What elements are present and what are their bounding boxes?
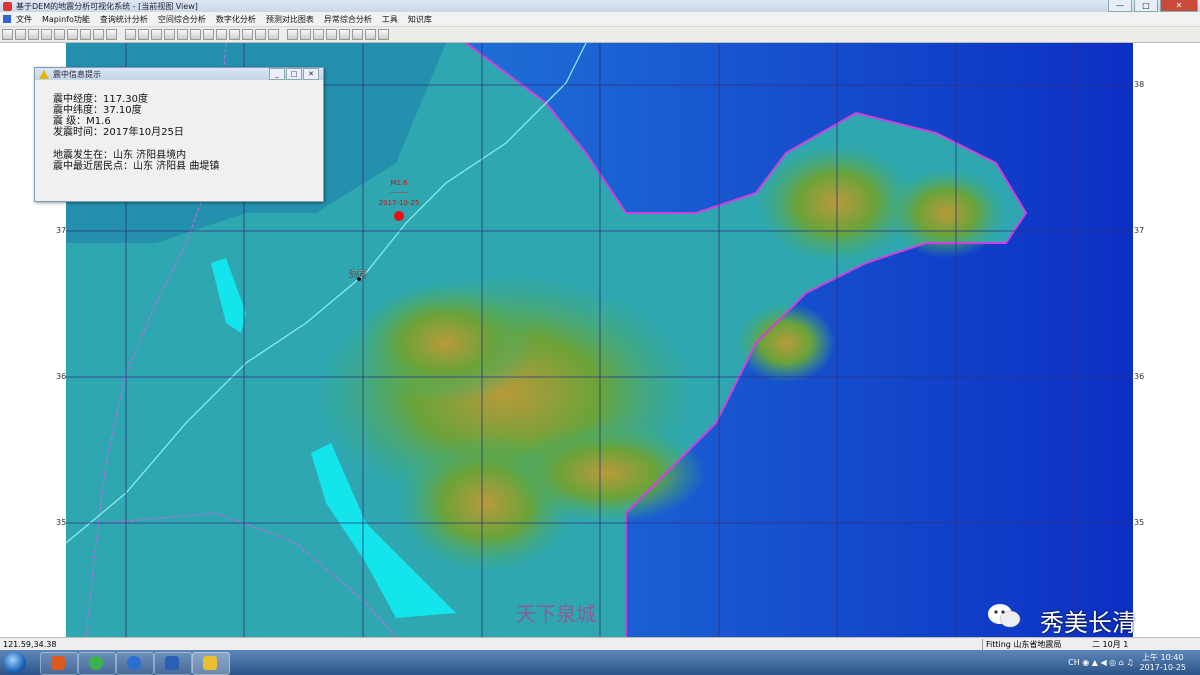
lat-tick-left-36: 36 (56, 372, 67, 381)
clock-time: 上午 10:40 (1141, 652, 1184, 662)
app-icon-current (203, 656, 217, 670)
lat-tick-35: 35 (1134, 518, 1145, 527)
lat-tick-37: 37 (1134, 226, 1145, 235)
toolbar-buffer-button[interactable] (287, 29, 298, 40)
toolbar-help-button[interactable] (378, 29, 389, 40)
app-icon (3, 1, 12, 11)
dialog-titlebar[interactable]: 震中信息提示 _ □ ✕ (35, 68, 323, 80)
toolbar-info-button[interactable] (67, 29, 78, 40)
toolbar-3d-button[interactable] (352, 29, 363, 40)
wechat-logo-icon (988, 604, 1021, 628)
taskbar-app-ppt[interactable] (40, 652, 78, 675)
toolbar-pan-button[interactable] (54, 29, 65, 40)
menu-file[interactable]: 文件 (11, 14, 37, 25)
globe-icon (127, 656, 141, 670)
toolbar-dem-button[interactable] (326, 29, 337, 40)
toolbar-grid-button[interactable] (268, 29, 279, 40)
dialog-title: 震中信息提示 (53, 69, 101, 79)
dialog-maximize-button[interactable]: □ (286, 68, 302, 80)
toolbar-table-button[interactable] (229, 29, 240, 40)
epicenter-date: 2017-10-25 (379, 199, 420, 207)
toolbar-zoom-in-button[interactable] (15, 29, 26, 40)
toolbar-print-button[interactable] (190, 29, 201, 40)
watermark-right: 秀美长清 (1040, 609, 1136, 637)
epicenter-divider: -------- (390, 189, 407, 196)
menu-digitize[interactable]: 数字化分析 (211, 14, 261, 25)
clock-date: 2017-10-25 (1139, 662, 1187, 672)
menu-bar: 文件 Mapinfo功能 查询统计分析 空间综合分析 数字化分析 预测对比图表 … (0, 12, 1200, 27)
taskbar-app-word[interactable] (154, 652, 192, 675)
window-titlebar: 基于DEM的地震分析可视化系统 - [当前视图 View] — □ ✕ (0, 0, 1200, 12)
toolbar-find-button[interactable] (242, 29, 253, 40)
status-agency: Fitting 山东省地震局 (982, 639, 1061, 650)
dialog-location: 地震发生在：山东 济阳县境内 (53, 150, 187, 161)
status-bar: 121.59,34.38 Fitting 山东省地震局 二 10月 1 (0, 637, 1200, 651)
status-date: 二 10月 1 (1092, 640, 1129, 649)
lat-tick-38: 38 (1134, 80, 1145, 89)
status-coords: 121.59,34.38 (3, 640, 57, 649)
dialog-longitude: 震中经度：117.30度 (53, 94, 148, 105)
menu-forecast[interactable]: 预测对比图表 (261, 14, 319, 25)
toolbar-settings-button[interactable] (365, 29, 376, 40)
toolbar-zoom-out-button[interactable] (28, 29, 39, 40)
dialog-minimize-button[interactable]: _ (269, 68, 285, 80)
dialog-magnitude: 震 级：M1.6 (53, 116, 111, 127)
lat-tick-left-37: 37 (56, 226, 67, 235)
toolbar-select-button[interactable] (2, 29, 13, 40)
start-button[interactable] (4, 652, 26, 674)
window-title: 基于DEM的地震分析可视化系统 - [当前视图 View] (16, 1, 198, 11)
menu-spatial[interactable]: 空间综合分析 (153, 14, 211, 25)
toolbar-legend-button[interactable] (177, 29, 188, 40)
toolbar-export-button[interactable] (313, 29, 324, 40)
menu-app-icon (3, 15, 11, 23)
window-controls: — □ ✕ (1108, 0, 1198, 12)
toolbar (0, 27, 1200, 43)
taskbar: CH ◉ ▲ ◀ ◎ ⌂ ♫ 上午 10:40 2017-10-25 (0, 650, 1200, 675)
menu-tools[interactable]: 工具 (377, 14, 403, 25)
toolbar-select-poly-button[interactable] (151, 29, 162, 40)
lat-tick-36: 36 (1134, 372, 1145, 381)
word-icon (165, 656, 179, 670)
warning-icon (39, 69, 49, 79)
dialog-nearest: 震中最近居民点：山东 济阳县 曲堤镇 (53, 161, 220, 172)
menu-anomaly[interactable]: 异常综合分析 (319, 14, 377, 25)
lat-tick-left-35: 35 (56, 518, 67, 527)
ppt-icon (51, 656, 65, 670)
menu-query[interactable]: 查询统计分析 (95, 14, 153, 25)
tray-icons[interactable]: CH ◉ ▲ ◀ ◎ ⌂ ♫ (1068, 658, 1133, 667)
toolbar-zoom-ext-button[interactable] (41, 29, 52, 40)
toolbar-query-button[interactable] (203, 29, 214, 40)
epicenter-magnitude: M1.6 (390, 179, 408, 187)
close-button[interactable]: ✕ (1160, 0, 1198, 12)
toolbar-select-rect-button[interactable] (125, 29, 136, 40)
toolbar-ruler-button[interactable] (93, 29, 104, 40)
minimize-button[interactable]: — (1108, 0, 1132, 12)
toolbar-profile-button[interactable] (339, 29, 350, 40)
toolbar-overlay-button[interactable] (300, 29, 311, 40)
toolbar-refresh-button[interactable] (164, 29, 175, 40)
toolbar-select-radius-button[interactable] (138, 29, 149, 40)
system-tray: CH ◉ ▲ ◀ ◎ ⌂ ♫ 上午 10:40 2017-10-25 (1068, 650, 1200, 675)
toolbar-style-button[interactable] (255, 29, 266, 40)
dialog-latitude: 震中纬度：37.10度 (53, 105, 142, 116)
media-icon (89, 656, 103, 670)
dialog-time: 发震时间：2017年10月25日 (53, 127, 184, 138)
toolbar-layers-button[interactable] (80, 29, 91, 40)
menu-mapinfo[interactable]: Mapinfo功能 (37, 14, 95, 25)
taskbar-app-media[interactable] (78, 652, 116, 675)
menu-knowledge[interactable]: 知识库 (403, 14, 437, 25)
clock[interactable]: 上午 10:40 2017-10-25 (1140, 653, 1187, 673)
toolbar-chart-button[interactable] (216, 29, 227, 40)
maximize-button[interactable]: □ (1134, 0, 1158, 12)
taskbar-app-globe[interactable] (116, 652, 154, 675)
toolbar-label-button[interactable] (106, 29, 117, 40)
taskbar-app-current[interactable] (192, 652, 230, 675)
watermark-left: 天下泉城 (516, 602, 596, 626)
city-label: 济南 (349, 268, 367, 280)
epicenter-info-dialog[interactable]: 震中信息提示 _ □ ✕ 震中经度：117.30度 震中纬度：37.10度 震 … (34, 67, 324, 202)
dialog-close-button[interactable]: ✕ (303, 68, 319, 80)
epicenter-marker[interactable] (394, 211, 404, 221)
